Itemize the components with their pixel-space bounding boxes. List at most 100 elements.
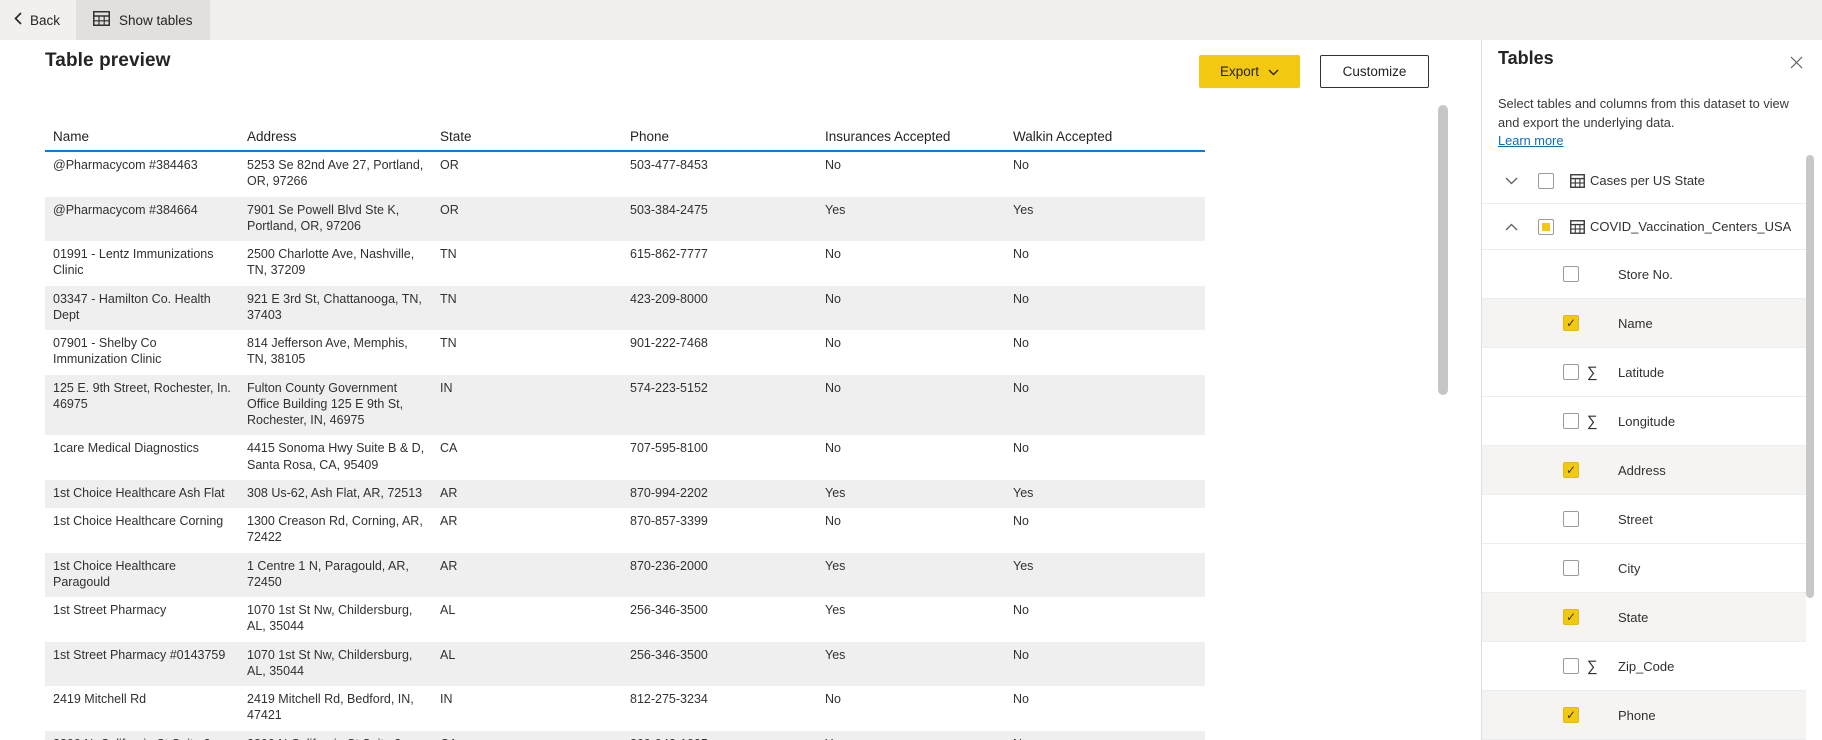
table-cell-phone: 423-209-8000 [630,291,708,306]
table-cell-address: 921 E 3rd St, Chattanooga, TN, 37403 [247,291,422,322]
back-label: Back [30,12,61,28]
table-tree-item[interactable]: Cases per US State [1482,158,1806,204]
table-label: COVID_Vaccination_Centers_USA [1590,219,1792,234]
sigma-icon: ∑ [1587,363,1598,381]
column-checkbox[interactable]: ✓ [1563,707,1579,723]
table-cell-walkin: No [1013,441,1029,456]
table-cell-state: OR [440,158,459,172]
tab-show-tables[interactable]: Show tables [76,0,210,40]
table-row: 125 E. 9th Street, Rochester, In. 46975 F… [45,374,1205,436]
back-button[interactable]: Back [0,0,76,40]
main-scrollbar-thumb[interactable] [1438,105,1448,395]
chevron-down-icon [1268,64,1279,79]
export-button[interactable]: Export [1199,55,1300,88]
table-cell-address: 814 Jefferson Ave, Memphis, TN, 38105 [247,336,408,367]
table-cell-phone: 870-994-2202 [630,485,708,500]
table-cell-name: 125 E. 9th Street, Rochester, In. 46975 [53,380,231,411]
table-cell-phone: 256-346-3500 [630,603,708,617]
column-tree-item[interactable]: ✓ Phone [1482,691,1806,740]
column-tree-item[interactable]: ✓ Address [1482,446,1806,495]
table-row: 01991 - Lentz Immunizations Clinic 2500 C… [45,241,1205,286]
table-cell-address: 1070 1st St Nw, Childersburg, AL, 35044 [247,603,413,634]
table-row: 1st Choice Healthcare Corning 1300 Creaso… [45,508,1205,553]
table-cell-insurances: Yes [825,558,846,573]
column-header: Insurances Accepted [825,129,951,144]
table-cell-name: 1st Choice Healthcare Ash Flat [53,485,225,500]
table-row: 2419 Mitchell Rd 2419 Mitchell Rd, Bedfor… [45,686,1205,731]
column-checkbox[interactable] [1563,658,1579,674]
column-checkbox[interactable]: ✓ [1563,462,1579,478]
table-cell-address: 2500 Charlotte Ave, Nashville, TN, 37209 [247,247,415,278]
column-checkbox[interactable] [1563,266,1579,282]
column-header: Address [247,129,297,144]
column-tree-item[interactable]: ∑ Zip_Code [1482,642,1806,691]
table-cell-state: IN [440,692,453,706]
learn-more-link[interactable]: Learn more [1498,133,1563,148]
table-checkbox[interactable] [1538,172,1554,189]
table-tree-item[interactable]: COVID_Vaccination_Centers_USA [1482,204,1806,250]
column-tree-item[interactable]: City [1482,544,1806,593]
check-icon: ✓ [1565,708,1577,722]
column-header: Name [53,129,90,144]
table-cell-phone: 503-384-2475 [630,202,708,217]
table-cell-insurances: No [825,336,841,350]
close-icon[interactable] [1786,52,1806,72]
chevron-left-icon [14,12,22,28]
table-cell-address: 1300 Creason Rd, Corning, AR, 72422 [247,514,423,545]
column-tree-item[interactable]: ✓ State [1482,593,1806,642]
table-row: 1st Street Pharmacy 1070 1st St Nw, Child… [45,597,1205,642]
table-cell-state: TN [440,291,457,306]
page-title: Table preview [45,50,171,71]
column-checkbox[interactable] [1563,511,1579,527]
table-cell-name: 1st Choice Healthcare Corning [53,514,224,528]
column-tree-item[interactable]: ∑ Longitude [1482,397,1806,446]
column-tree-item[interactable]: ∑ Latitude [1482,348,1806,397]
customize-label: Customize [1342,64,1407,79]
table-cell-address: 4415 Sonoma Hwy Suite B & D, Santa Rosa,… [247,441,425,472]
column-label: Phone [1618,707,1656,723]
column-checkbox[interactable]: ✓ [1563,315,1579,331]
table-cell-walkin: Yes [1013,558,1034,573]
table-cell-name: 01991 - Lentz Immunizations Clinic [53,247,214,278]
column-tree-item[interactable]: Store No. [1482,250,1806,299]
table-body: @Pharmacycom #384463 5253 Se 82nd Ave 27,… [45,152,1205,740]
table-cell-walkin: No [1013,336,1029,350]
table-row: 1st Street Pharmacy #0143759 1070 1st St … [45,641,1205,686]
table-cell-address: Fulton County Government Office Building… [247,380,404,428]
chevron-down-icon[interactable] [1505,177,1519,185]
table-cell-state: OR [440,202,459,217]
check-icon: ✓ [1565,610,1577,624]
table-cell-insurances: Yes [825,603,846,617]
table-grid-icon [1570,173,1586,188]
table-cell-insurances: No [825,247,841,261]
customize-button[interactable]: Customize [1320,55,1429,88]
chevron-up-icon[interactable] [1505,223,1519,231]
table-cell-address: 2419 Mitchell Rd, Bedford, IN, 47421 [247,692,414,723]
sigma-icon: ∑ [1587,412,1598,430]
table-checkbox[interactable] [1538,218,1554,235]
main-scrollbar[interactable] [1438,44,1448,734]
table-cell-walkin: Yes [1013,202,1034,217]
column-header: Walkin Accepted [1013,129,1113,144]
table-row: 1st Choice Healthcare Paragould 1 Centre … [45,552,1205,597]
column-checkbox[interactable] [1563,413,1579,429]
column-checkbox[interactable] [1563,560,1579,576]
table-row: 03347 - Hamilton Co. Health Dept 921 E 3r… [45,285,1205,330]
table-cell-state: CA [440,441,458,456]
table-cell-name: 2419 Mitchell Rd [53,692,147,706]
panel-scrollbar[interactable] [1806,0,1814,740]
table-cell-address: 308 Us-62, Ash Flat, AR, 72513 [247,485,423,500]
table-cell-state: AL [440,603,456,617]
column-checkbox[interactable]: ✓ [1563,609,1579,625]
column-tree-item[interactable]: Street [1482,495,1806,544]
table-cell-phone: 574-223-5152 [630,380,708,395]
table-cell-phone: 870-236-2000 [630,558,708,573]
table-cell-state: AL [440,647,456,662]
column-label: City [1618,560,1641,576]
table-cell-walkin: No [1013,158,1029,172]
sigma-icon: ∑ [1587,657,1598,675]
column-tree-item[interactable]: ✓ Name [1482,299,1806,348]
table-cell-insurances: No [825,291,841,306]
column-checkbox[interactable] [1563,364,1579,380]
panel-scrollbar-thumb[interactable] [1806,155,1814,598]
